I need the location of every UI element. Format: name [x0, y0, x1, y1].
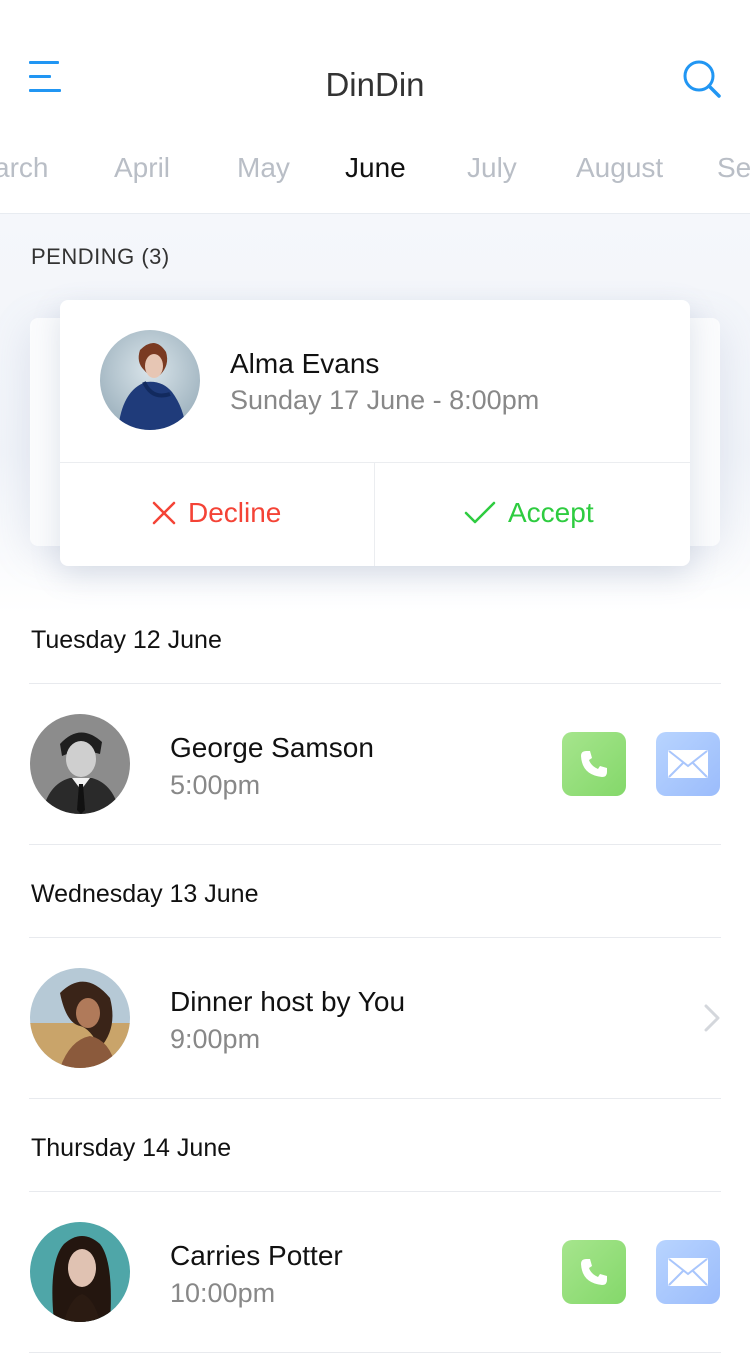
phone-icon: [581, 751, 607, 777]
decline-label: Decline: [188, 497, 282, 528]
month-tab-march[interactable]: arch: [0, 152, 48, 184]
day-header: Thursday 14 June: [31, 1134, 232, 1162]
month-tab-september[interactable]: Se: [717, 152, 750, 184]
divider: [29, 1098, 721, 1099]
day-header: Wednesday 13 June: [31, 880, 259, 908]
day-header: Tuesday 12 June: [31, 626, 222, 654]
event-time: 9:00pm: [170, 1024, 261, 1054]
avatar: [30, 714, 130, 814]
avatar: [30, 968, 130, 1068]
event-name: George Samson: [170, 732, 374, 763]
avatar: [30, 1222, 130, 1322]
mail-button[interactable]: [656, 1240, 720, 1304]
event-name: Dinner host by You: [170, 986, 406, 1017]
chevron-right-icon[interactable]: [700, 1002, 724, 1034]
event-row[interactable]: George Samson 5:00pm: [0, 684, 750, 844]
event-name: Carries Potter: [170, 1240, 343, 1271]
mail-icon: [668, 1258, 708, 1286]
app-title: DinDin: [325, 66, 425, 103]
event-time: 10:00pm: [170, 1278, 276, 1308]
event-row[interactable]: Dinner host by You 9:00pm: [0, 938, 750, 1098]
month-tab-may[interactable]: May: [237, 152, 290, 184]
event-time: 5:00pm: [170, 770, 261, 800]
accept-button[interactable]: Accept: [375, 463, 690, 566]
invitation-name: Alma Evans: [230, 348, 380, 379]
search-icon[interactable]: [682, 59, 722, 99]
invitation-datetime: Sunday 17 June - 8:00pm: [230, 385, 540, 415]
checkmark-icon: [464, 501, 496, 524]
avatar: [100, 330, 200, 430]
mail-icon: [668, 750, 708, 778]
month-selector: arch April May June July August Se: [0, 130, 750, 214]
month-tab-july[interactable]: July: [467, 152, 517, 184]
accept-label: Accept: [508, 497, 594, 528]
app-header: DinDin: [0, 0, 750, 130]
pending-invitation-card[interactable]: Alma Evans Sunday 17 June - 8:00pm Decli…: [60, 300, 690, 566]
divider: [29, 844, 721, 845]
call-button[interactable]: [562, 1240, 626, 1304]
month-tab-august[interactable]: August: [576, 152, 663, 184]
divider: [29, 1352, 721, 1353]
event-row[interactable]: Carries Potter 10:00pm: [0, 1192, 750, 1352]
month-tab-june[interactable]: June: [345, 152, 406, 184]
close-icon: [152, 501, 176, 525]
pending-label: PENDING (3): [31, 244, 170, 269]
call-button[interactable]: [562, 732, 626, 796]
decline-button[interactable]: Decline: [60, 463, 374, 566]
mail-button[interactable]: [656, 732, 720, 796]
phone-icon: [581, 1259, 607, 1285]
month-tab-april[interactable]: April: [114, 152, 170, 184]
